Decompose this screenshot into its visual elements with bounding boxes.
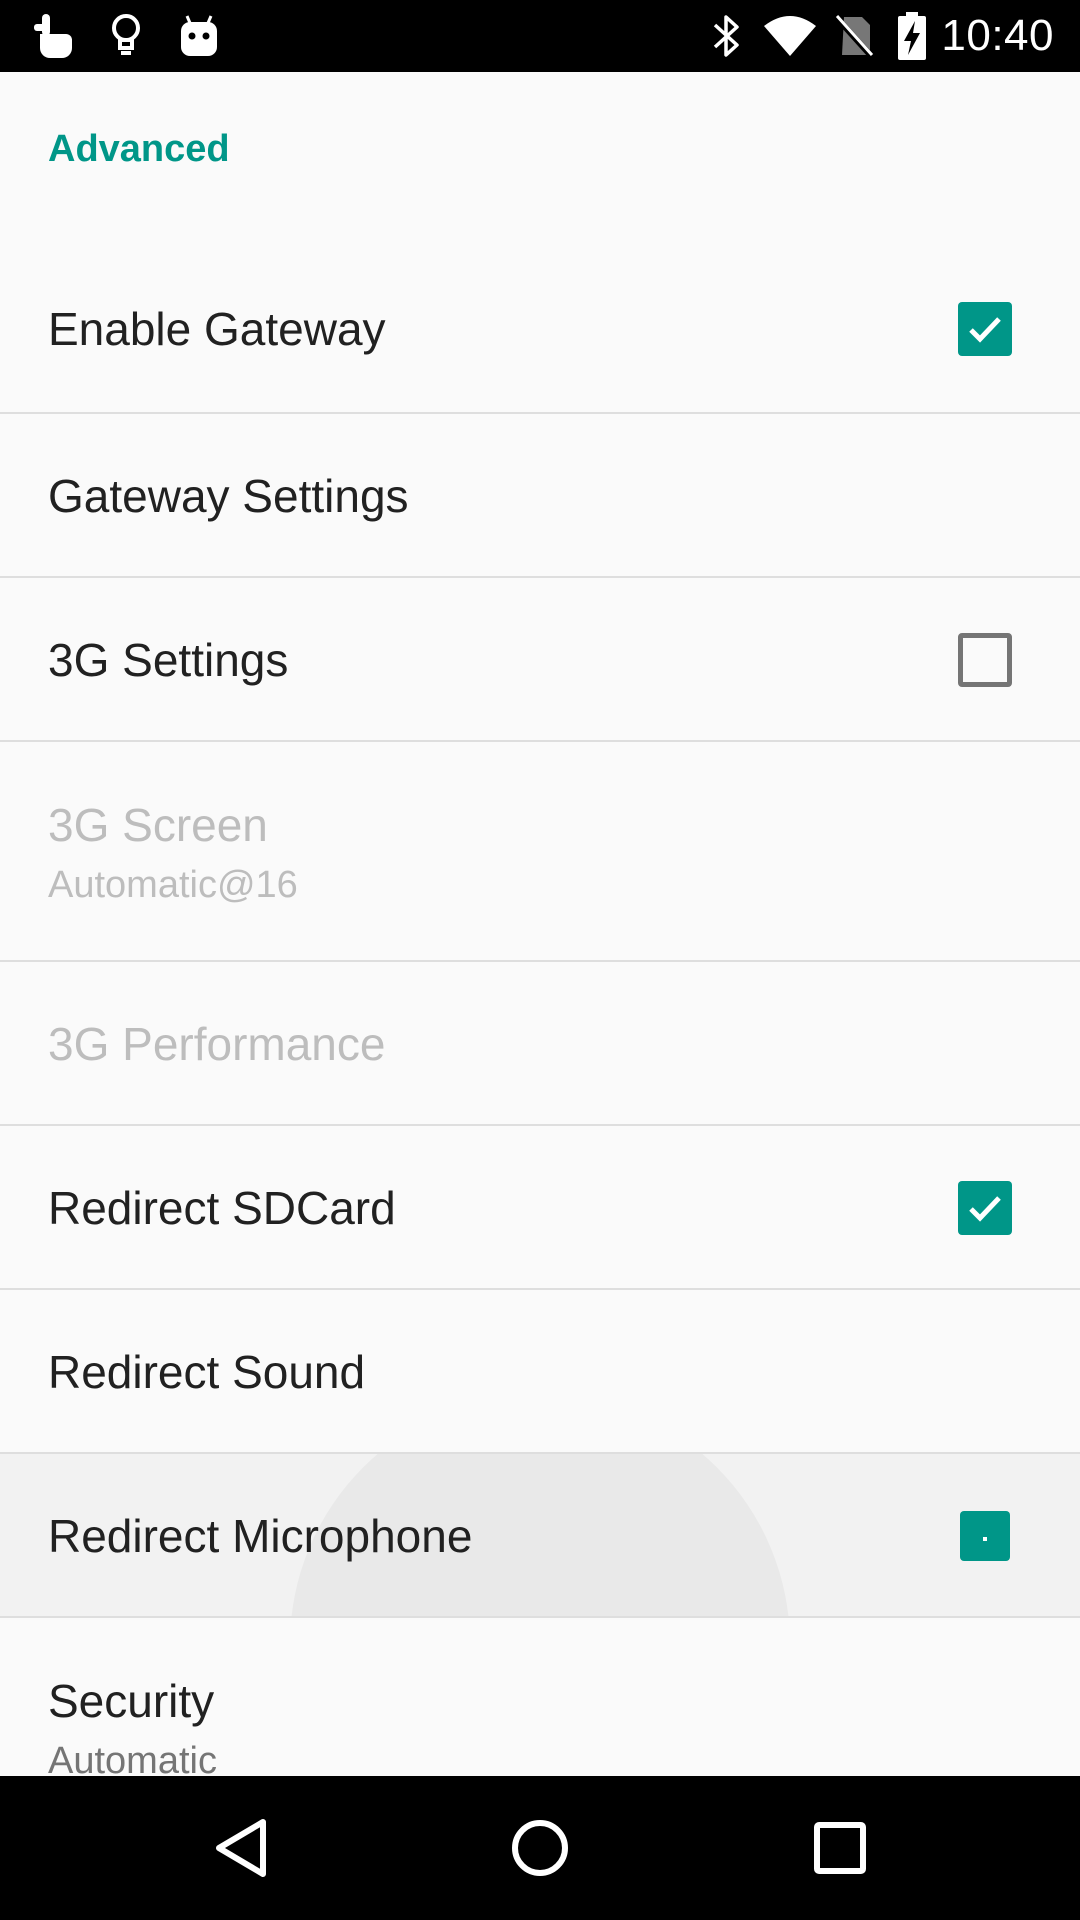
- pref-title: 3G Settings: [48, 634, 289, 686]
- wifi-icon: [760, 10, 820, 62]
- android-icon: [176, 10, 222, 62]
- pref-title: Redirect Sound: [48, 1346, 366, 1398]
- pref-title: Enable Gateway: [48, 303, 386, 355]
- status-bar: 10:40: [0, 0, 1080, 72]
- home-icon[interactable]: [504, 1812, 576, 1884]
- no-sim-icon: [832, 10, 876, 62]
- hand-pointer-icon: [30, 10, 76, 62]
- pref-3g-screen: 3G Screen Automatic@16: [0, 742, 1080, 962]
- bluetooth-icon: [706, 10, 746, 62]
- enable-gateway-checkbox[interactable]: [958, 302, 1012, 356]
- status-time: 10:40: [941, 11, 1054, 60]
- check-icon: [969, 317, 1001, 343]
- redirect-sdcard-checkbox[interactable]: [958, 1181, 1012, 1235]
- pref-redirect-sound[interactable]: Redirect Sound: [0, 1290, 1080, 1454]
- battery-charging-icon: [894, 10, 930, 62]
- pref-enable-gateway[interactable]: Enable Gateway: [0, 240, 1080, 414]
- back-icon[interactable]: [205, 1812, 277, 1884]
- pref-title: 3G Screen: [48, 799, 268, 851]
- 3g-settings-checkbox[interactable]: [958, 633, 1012, 687]
- pref-title: Gateway Settings: [48, 470, 409, 522]
- category-advanced: Advanced: [48, 128, 230, 170]
- pref-title: Redirect SDCard: [48, 1182, 396, 1234]
- lightbulb-icon: [106, 10, 146, 62]
- screen: 10:40 Advanced Enable Gateway Gateway Se…: [0, 0, 1080, 1920]
- pref-redirect-sdcard[interactable]: Redirect SDCard: [0, 1126, 1080, 1290]
- pref-3g-performance: 3G Performance: [0, 962, 1080, 1126]
- settings-list[interactable]: Advanced Enable Gateway Gateway Settings…: [0, 72, 1080, 1776]
- pref-summary: Automatic: [48, 1740, 217, 1776]
- pref-gateway-settings[interactable]: Gateway Settings: [0, 414, 1080, 578]
- pref-title: Security: [48, 1675, 215, 1727]
- navigation-bar: [0, 1776, 1080, 1920]
- pref-redirect-microphone[interactable]: Redirect Microphone: [0, 1454, 1080, 1618]
- pref-3g-settings[interactable]: 3G Settings: [0, 578, 1080, 742]
- check-icon: [983, 1537, 987, 1541]
- pref-title: 3G Performance: [48, 1018, 386, 1070]
- recents-icon[interactable]: [804, 1812, 876, 1884]
- check-icon: [969, 1196, 1001, 1222]
- redirect-microphone-checkbox[interactable]: [960, 1511, 1010, 1561]
- pref-title: Redirect Microphone: [48, 1510, 473, 1562]
- pref-summary: Automatic@16: [48, 864, 298, 906]
- pref-security[interactable]: Security Automatic: [0, 1618, 1080, 1776]
